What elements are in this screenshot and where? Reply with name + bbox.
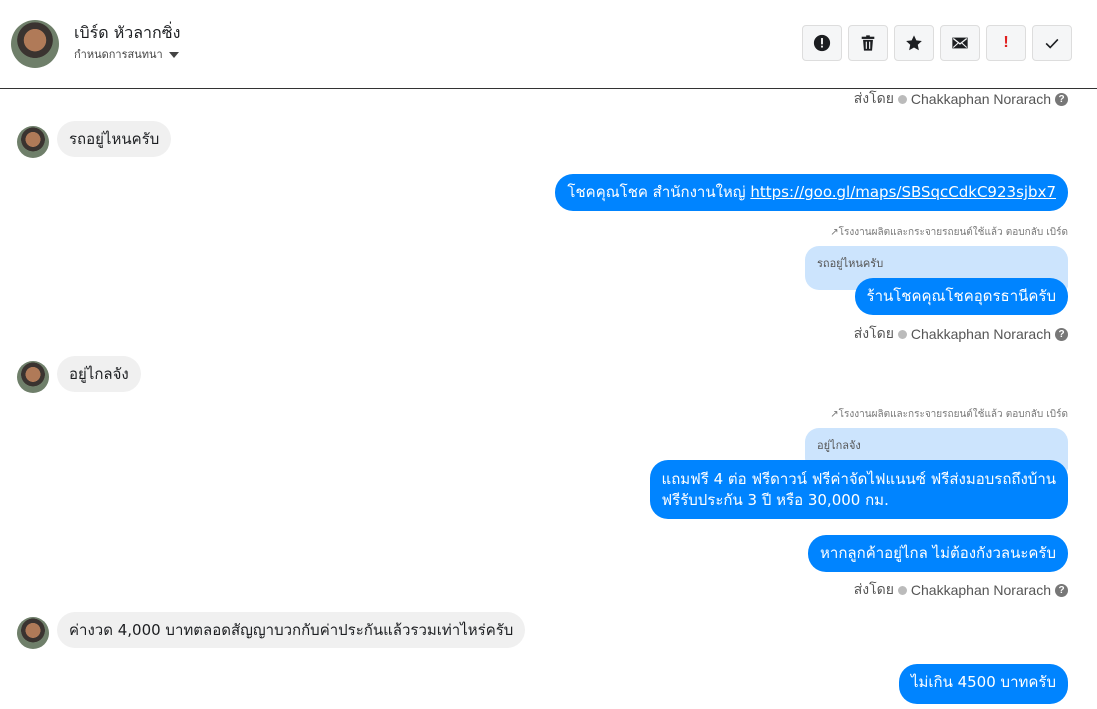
contact-name[interactable]: เบิร์ด หัวลากซิ่ง xyxy=(74,21,180,46)
reply-note-text: โรงงานผลิตและกระจายรถยนต์ใช้แล้ว ตอบกลับ… xyxy=(838,227,1068,238)
report-button[interactable] xyxy=(802,25,842,61)
outgoing-message[interactable]: ไม่เกิน 4500 บาทครับ xyxy=(898,664,1068,704)
alert-circle-icon xyxy=(813,34,831,52)
done-button[interactable] xyxy=(1032,25,1072,61)
reply-note: ↗โรงงานผลิตและกระจายรถยนต์ใช้แล้ว ตอบกลั… xyxy=(830,225,1068,240)
star-button[interactable] xyxy=(894,25,934,61)
contact-avatar[interactable] xyxy=(11,20,59,68)
message-line: แถมฟรี 4 ต่อ ฟรีดาวน์ ฟรีค่าจัดไฟแนนซ์ ฟ… xyxy=(661,470,1056,488)
sender-name[interactable]: Chakkaphan Norarach xyxy=(911,582,1051,598)
outgoing-message[interactable]: โชคคุณโชค สำนักงานใหญ่ https://goo.gl/ma… xyxy=(555,174,1068,211)
reply-note-text: โรงงานผลิตและกระจายรถยนต์ใช้แล้ว ตอบกลับ… xyxy=(838,409,1068,420)
outgoing-message[interactable]: หากลูกค้าอยู่ไกล ไม่ต้องกังวลนะครับ xyxy=(808,535,1068,572)
check-icon xyxy=(1045,38,1059,49)
agent-avatar-icon xyxy=(897,94,907,104)
exclamation-icon: ! xyxy=(1003,34,1009,51)
conversation-settings-dropdown[interactable]: กำหนดการสนทนา xyxy=(74,45,179,63)
reply-arrow-icon: ↗ xyxy=(830,409,839,420)
caret-down-icon xyxy=(168,52,179,58)
reply-note: ↗โรงงานผลิตและกระจายรถยนต์ใช้แล้ว ตอบกลั… xyxy=(830,407,1068,422)
sent-by-label: ส่งโดย xyxy=(853,581,894,597)
help-icon[interactable]: ? xyxy=(1055,327,1068,341)
trash-icon xyxy=(861,35,875,51)
header-actions: ! xyxy=(802,25,1072,61)
outgoing-message[interactable]: ร้านโชคคุณโชคอุดรธานีครับ xyxy=(854,278,1068,315)
message-text: โชคคุณโชค สำนักงานใหญ่ xyxy=(567,183,751,201)
sent-by-label: ส่งโดย xyxy=(853,90,894,106)
contact-avatar-small[interactable] xyxy=(17,361,49,393)
conversation-header: เบิร์ด หัวลากซิ่ง กำหนดการสนทนา ! xyxy=(0,0,1097,89)
sender-name[interactable]: Chakkaphan Norarach xyxy=(911,91,1051,107)
mark-unread-button[interactable] xyxy=(940,25,980,61)
maps-link[interactable]: https://goo.gl/maps/SBSqcCdkC923sjbx7 xyxy=(750,183,1056,201)
incoming-message[interactable]: รถอยู่ไหนครับ xyxy=(57,121,172,157)
sent-by-label: ส่งโดย xyxy=(853,325,894,341)
sent-by-line: ส่งโดย Chakkaphan Norarach ? xyxy=(854,323,1068,345)
sent-by-line: ส่งโดย Chakkaphan Norarach ? xyxy=(854,88,1068,110)
outgoing-message[interactable]: แถมฟรี 4 ต่อ ฟรีดาวน์ ฟรีค่าจัดไฟแนนซ์ ฟ… xyxy=(649,460,1068,519)
agent-avatar-icon xyxy=(897,329,907,339)
reply-arrow-icon: ↗ xyxy=(830,227,839,238)
sender-name[interactable]: Chakkaphan Norarach xyxy=(911,326,1051,342)
important-button[interactable]: ! xyxy=(986,25,1026,61)
sent-by-line: ส่งโดย Chakkaphan Norarach ? xyxy=(854,579,1068,601)
contact-avatar-small[interactable] xyxy=(17,617,49,649)
conversation-settings-label: กำหนดการสนทนา xyxy=(74,48,163,61)
message-line: ฟรีรับประกัน 3 ปี หรือ 30,000 กม. xyxy=(661,491,889,509)
envelope-icon xyxy=(952,37,968,49)
incoming-message[interactable]: ค่างวด 4,000 บาทตลอดสัญญาบวกกับค่าประกัน… xyxy=(57,612,526,648)
contact-avatar-small[interactable] xyxy=(17,126,49,158)
help-icon[interactable]: ? xyxy=(1055,583,1068,597)
incoming-message[interactable]: อยู่ไกลจัง xyxy=(57,356,141,392)
star-icon xyxy=(906,35,922,51)
agent-avatar-icon xyxy=(897,585,907,595)
delete-button[interactable] xyxy=(848,25,888,61)
help-icon[interactable]: ? xyxy=(1055,92,1068,106)
